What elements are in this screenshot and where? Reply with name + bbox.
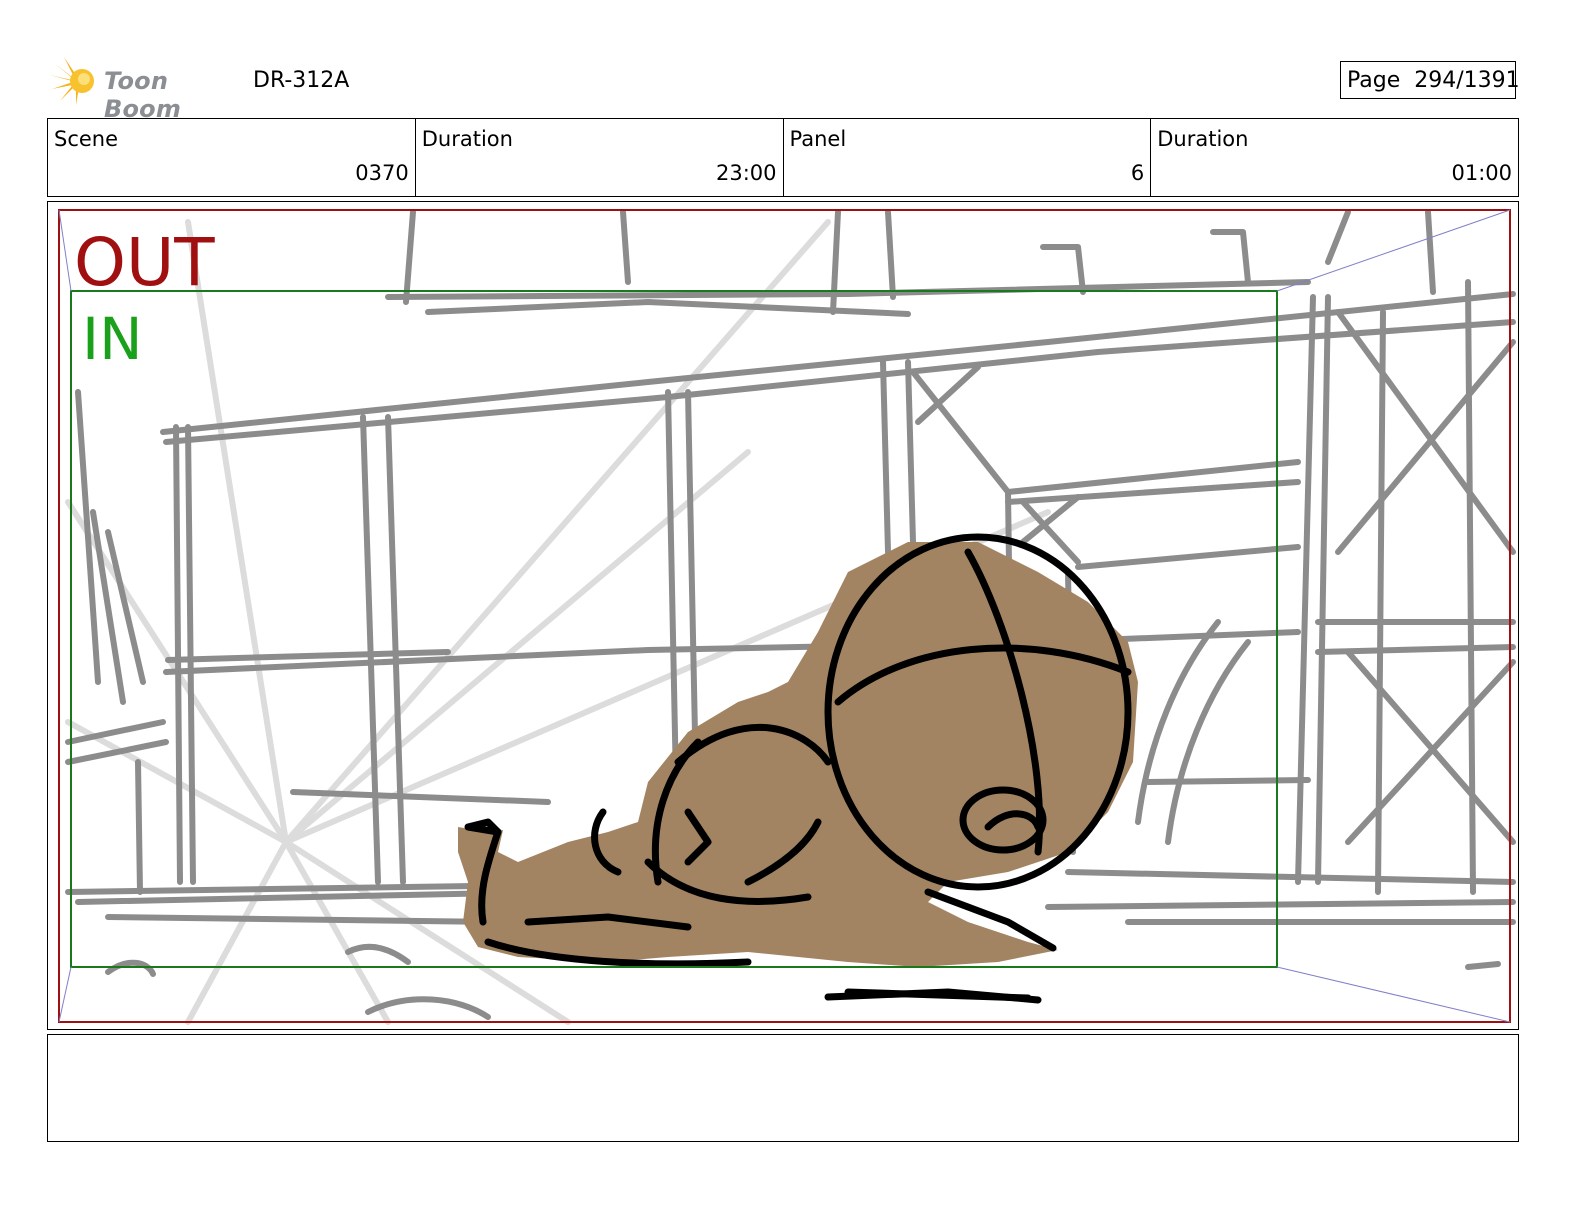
panel-notes-box — [47, 1034, 1519, 1142]
out-frame-label: OUT — [74, 224, 215, 301]
camera-guide — [1276, 209, 1511, 292]
scene-cell: Scene 0370 — [48, 119, 416, 196]
brand-text: Toon Boom — [104, 67, 182, 123]
page-label: Page — [1347, 68, 1401, 93]
panel-value: 6 — [1130, 161, 1145, 185]
scene-duration-value: 23:00 — [715, 161, 777, 185]
storyboard-panel: OUT IN — [47, 201, 1519, 1030]
toon-boom-logo: Toon Boom — [50, 55, 240, 123]
panel-info-table: Scene 0370 Duration 23:00 Panel 6 Durati… — [47, 118, 1519, 197]
camera-guide — [58, 209, 72, 292]
scene-value: 0370 — [355, 161, 409, 185]
panel-duration-label: Duration — [1157, 127, 1249, 151]
in-frame-label: IN — [82, 305, 143, 373]
panel-duration-cell: Duration 01:00 — [1151, 119, 1518, 196]
camera-guide — [1276, 966, 1511, 1023]
page-number: 294/1391 — [1414, 68, 1520, 93]
camera-guide — [58, 966, 72, 1023]
panel-duration-value: 01:00 — [1451, 161, 1512, 185]
page-indicator: Page 294/1391 — [1340, 61, 1520, 99]
panel-cell: Panel 6 — [784, 119, 1152, 196]
scene-duration-label: Duration — [421, 127, 513, 151]
scene-label: Scene — [54, 127, 119, 151]
starburst-icon — [50, 57, 94, 105]
character-sketch — [458, 533, 1138, 1004]
panel-sketch — [58, 209, 1516, 1025]
page-header: Toon Boom DR-312A Page 294/1391 — [50, 55, 1540, 123]
scene-duration-cell: Duration 23:00 — [416, 119, 784, 196]
panel-label: Panel — [789, 127, 847, 151]
project-code: DR-312A — [253, 68, 350, 93]
